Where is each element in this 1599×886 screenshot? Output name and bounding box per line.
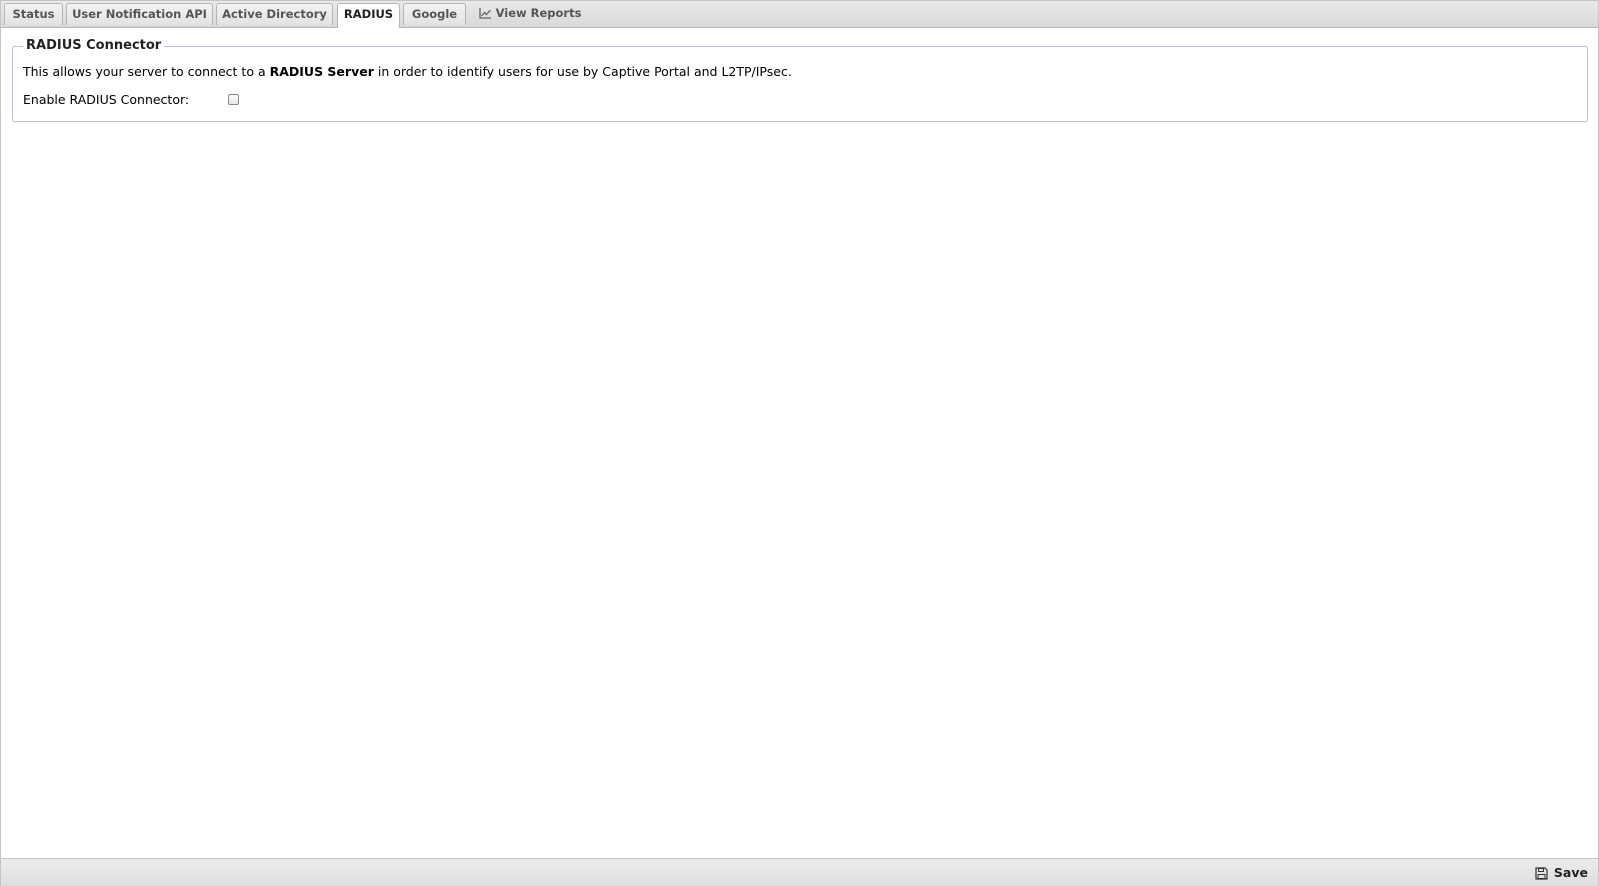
enable-radius-checkbox[interactable] [228,94,239,105]
section-description: This allows your server to connect to a … [23,64,792,79]
save-label: Save [1553,865,1588,880]
tab-status[interactable]: Status [4,3,63,25]
save-button[interactable]: Save [1535,864,1588,882]
tab-user-notification-api[interactable]: User Notification API [66,3,213,25]
tab-bar: Status User Notification API Active Dire… [1,1,1598,28]
tab-active-directory[interactable]: Active Directory [216,3,333,25]
tab-view-reports[interactable]: View Reports [471,3,589,25]
app-window: Status User Notification API Active Dire… [0,0,1599,886]
tab-radius[interactable]: RADIUS [337,3,400,28]
tab-label: Google [411,7,458,21]
tab-label: View Reports [495,6,582,20]
description-suffix: in order to identify users for use by Ca… [373,64,792,79]
tab-label: Status [12,7,55,21]
radius-connector-fieldset: RADIUS Connector This allows your server… [12,38,1588,122]
tab-label: RADIUS [343,7,394,21]
line-chart-icon [478,5,492,26]
floppy-disk-icon [1535,867,1548,885]
fieldset-legend: RADIUS Connector [23,38,165,53]
tab-label: User Notification API [72,7,207,21]
enable-radius-label: Enable RADIUS Connector: [23,92,190,107]
tab-google[interactable]: Google [403,3,466,25]
tab-label: Active Directory [222,7,327,21]
description-prefix: This allows your server to connect to a [23,64,270,79]
description-bold: RADIUS Server [269,64,374,79]
footer-toolbar: Save [1,858,1598,886]
